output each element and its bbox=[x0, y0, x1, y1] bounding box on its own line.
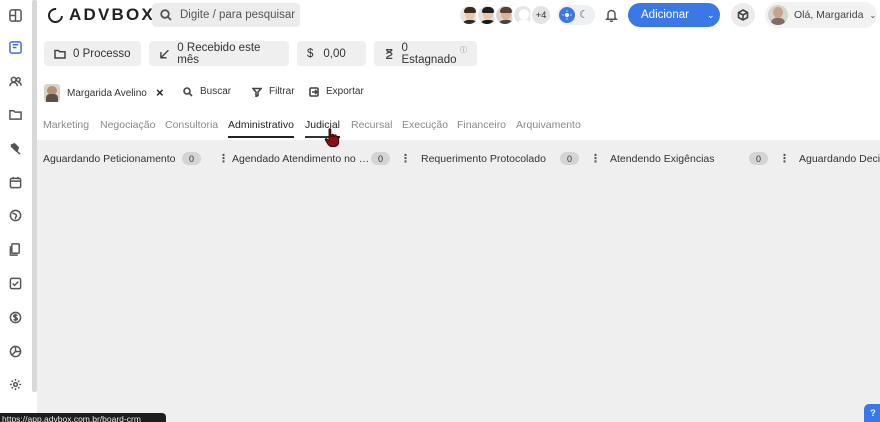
column-count-badge: 0 bbox=[182, 152, 201, 165]
hand-cursor-icon bbox=[324, 128, 340, 148]
column-title: Agendado Atendimento no Ór... bbox=[232, 153, 372, 165]
tab-arquivamento[interactable]: Arquivamento bbox=[516, 119, 581, 139]
selected-user-name: Margarida Avelino bbox=[67, 87, 147, 99]
amount-value: 0,00 bbox=[323, 47, 346, 60]
folder-icon[interactable] bbox=[8, 107, 22, 121]
notifications-bell-icon[interactable] bbox=[604, 8, 619, 23]
board-column-header[interactable]: Requerimento Protocolado 0 ⋮ bbox=[421, 152, 607, 166]
export-button[interactable]: Exportar bbox=[309, 86, 364, 97]
avatar bbox=[44, 84, 60, 102]
brand-name: ADVBOX bbox=[69, 5, 155, 24]
more-members-badge[interactable]: +4 bbox=[530, 4, 552, 26]
settings-icon[interactable] bbox=[8, 377, 22, 391]
status-bar-url: https://app.advbox.com.br/board-crm bbox=[0, 413, 166, 422]
contacts-icon[interactable] bbox=[8, 74, 22, 88]
user-greeting: Olá, Margarida bbox=[794, 9, 864, 21]
add-button-label: Adicionar bbox=[641, 9, 689, 21]
clear-user-close-icon[interactable]: × bbox=[156, 85, 164, 100]
column-count-badge: 0 bbox=[749, 152, 768, 165]
search-icon bbox=[160, 9, 172, 21]
arrow-down-left-icon bbox=[160, 49, 169, 58]
column-count-badge: 0 bbox=[560, 152, 579, 165]
column-menu-icon[interactable]: ⋮ bbox=[400, 152, 411, 166]
cube-icon bbox=[737, 9, 749, 21]
info-icon[interactable]: ⓘ bbox=[460, 45, 467, 55]
filter-button[interactable]: Filtrar bbox=[252, 86, 295, 97]
stagnant-chip[interactable]: 0 Estagnado ⓘ bbox=[374, 41, 477, 66]
documents-icon[interactable] bbox=[8, 242, 22, 256]
received-count: 0 Recebido este mês bbox=[177, 41, 261, 66]
board-icon[interactable] bbox=[8, 40, 22, 54]
column-title: Requerimento Protocolado bbox=[421, 153, 546, 165]
board-column-header[interactable]: Atendendo Exigências 0 ⋮ bbox=[610, 152, 796, 166]
column-title: Aguardando Decis bbox=[799, 153, 880, 165]
user-menu[interactable]: Olá, Margarida ⌄ bbox=[765, 2, 877, 28]
logo-mark-icon bbox=[44, 4, 67, 26]
sun-icon bbox=[559, 7, 575, 23]
board-column-header[interactable]: Agendado Atendimento no Ór... 0 ⋮ bbox=[232, 152, 418, 166]
add-button[interactable]: Adicionar ⌄ bbox=[628, 3, 720, 27]
team-avatars[interactable]: +4 bbox=[458, 4, 552, 26]
processes-count: 0 Processo bbox=[73, 47, 131, 60]
column-title: Atendendo Exigências bbox=[610, 153, 715, 165]
tab-recursal[interactable]: Recursal bbox=[351, 119, 392, 139]
help-button[interactable]: ? bbox=[864, 404, 880, 422]
hourglass-icon bbox=[385, 48, 393, 59]
dashboard-icon[interactable] bbox=[8, 8, 22, 22]
integrations-button[interactable] bbox=[731, 3, 755, 27]
search-icon bbox=[183, 86, 193, 97]
avatar bbox=[768, 5, 788, 25]
export-icon bbox=[309, 86, 319, 97]
theme-toggle[interactable]: ☾ bbox=[557, 5, 595, 25]
chevron-down-icon: ⌄ bbox=[706, 9, 715, 20]
help-icon: ? bbox=[870, 408, 876, 418]
filter-button-label: Filtrar bbox=[269, 86, 295, 97]
column-menu-icon[interactable]: ⋮ bbox=[590, 152, 601, 166]
currency-icon: $ bbox=[307, 47, 314, 60]
amount-chip[interactable]: $ 0,00 bbox=[297, 41, 366, 66]
column-menu-icon[interactable]: ⋮ bbox=[779, 152, 790, 166]
received-chip[interactable]: 0 Recebido este mês bbox=[149, 41, 289, 66]
tab-execucao[interactable]: Execução bbox=[402, 119, 448, 139]
tab-administrativo[interactable]: Administrativo bbox=[228, 119, 294, 139]
sidebar bbox=[0, 0, 30, 422]
moon-icon: ☾ bbox=[579, 8, 589, 21]
tab-negociacao[interactable]: Negociação bbox=[100, 119, 155, 139]
globe-icon[interactable] bbox=[8, 208, 22, 222]
folder-icon bbox=[54, 49, 66, 59]
search-placeholder: Digite / para pesquisar bbox=[180, 9, 296, 21]
column-menu-icon[interactable]: ⋮ bbox=[218, 152, 229, 166]
chevron-down-icon: ⌄ bbox=[869, 10, 877, 20]
search-input[interactable]: Digite / para pesquisar bbox=[152, 3, 300, 27]
board-column-header[interactable]: Aguardando Decis bbox=[799, 152, 880, 166]
stagnant-count: 0 Estagnado bbox=[401, 41, 457, 66]
column-title: Aguardando Peticionamento bbox=[43, 153, 176, 165]
calendar-icon[interactable] bbox=[8, 175, 22, 189]
gavel-icon[interactable] bbox=[8, 141, 22, 155]
filter-row: Margarida Avelino × Buscar Filtrar Expor… bbox=[44, 83, 364, 103]
processes-chip[interactable]: 0 Processo bbox=[44, 41, 141, 66]
column-count-badge: 0 bbox=[371, 152, 390, 165]
tab-marketing[interactable]: Marketing bbox=[43, 119, 89, 139]
board-column-header[interactable]: Aguardando Peticionamento 0 ⋮ bbox=[43, 152, 229, 166]
kanban-board: Aguardando Peticionamento 0 ⋮ Agendado A… bbox=[37, 140, 880, 422]
tab-consultoria[interactable]: Consultoria bbox=[165, 119, 218, 139]
search-button-label: Buscar bbox=[200, 86, 232, 97]
finance-icon[interactable] bbox=[8, 310, 22, 324]
export-button-label: Exportar bbox=[326, 86, 364, 97]
brand-logo[interactable]: ADVBOX bbox=[44, 4, 155, 26]
tab-financeiro[interactable]: Financeiro bbox=[457, 119, 506, 139]
pie-chart-icon[interactable] bbox=[8, 344, 22, 358]
search-button[interactable]: Buscar bbox=[183, 86, 231, 97]
filter-icon bbox=[252, 87, 262, 97]
tasks-icon[interactable] bbox=[8, 276, 22, 290]
